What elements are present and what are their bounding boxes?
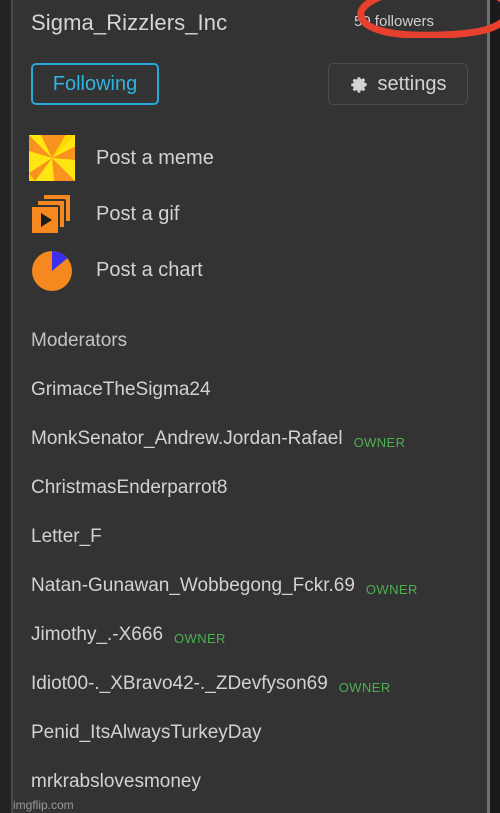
owner-badge: OWNER <box>353 435 406 450</box>
post-a-chart-action[interactable]: Post a chart <box>29 242 449 298</box>
panel-left-border <box>11 0 13 813</box>
post-a-gif-label: Post a gif <box>96 203 180 225</box>
group-header: Sigma_Rizzlers_Inc 50 followers <box>31 8 471 44</box>
post-a-chart-label: Post a chart <box>96 259 203 281</box>
pinwheel-meme-icon <box>29 135 75 181</box>
moderator-name: MonkSenator_Andrew.Jordan-Rafael <box>31 428 343 449</box>
post-a-meme-label: Post a meme <box>96 147 214 169</box>
owner-badge: OWNER <box>365 582 418 597</box>
moderators-list: GrimaceTheSigma24 MonkSenator_Andrew.Jord… <box>31 379 471 813</box>
owner-badge: OWNER <box>174 631 226 646</box>
moderator-row[interactable]: MonkSenator_Andrew.Jordan-Rafael OWNER <box>31 428 471 477</box>
moderator-name: Jimothy_.-X666 <box>31 624 164 645</box>
moderators-section-title: Moderators <box>31 330 128 351</box>
moderator-name: Natan-Gunawan_Wobbegong_Fckr.69 <box>31 575 355 596</box>
moderator-row[interactable]: Idiot00-._XBravo42-._ZDevfyson69 OWNER <box>31 673 471 722</box>
moderator-name: mrkrabslovesmoney <box>31 771 201 792</box>
moderator-row[interactable]: Natan-Gunawan_Wobbegong_Fckr.69 OWNER <box>31 575 471 624</box>
moderator-name: Penid_ItsAlwaysTurkeyDay <box>31 722 262 743</box>
imgflip-watermark: imgflip.com <box>13 798 74 812</box>
moderator-name: Letter_F <box>31 526 102 547</box>
moderator-name: ChristmasEnderparrot8 <box>31 477 228 498</box>
pie-chart-icon <box>32 251 72 291</box>
settings-label: settings <box>377 72 447 95</box>
moderator-name: Idiot00-._XBravo42-._ZDevfyson69 <box>31 673 328 694</box>
owner-badge: OWNER <box>338 680 391 695</box>
moderator-row[interactable]: ChristmasEnderparrot8 <box>31 477 471 526</box>
right-gutter <box>490 0 500 813</box>
moderator-row[interactable]: Penid_ItsAlwaysTurkeyDay <box>31 722 471 771</box>
gear-icon <box>350 76 367 93</box>
moderator-row[interactable]: GrimaceTheSigma24 <box>31 379 471 428</box>
gif-stack-play-icon <box>30 193 72 235</box>
following-button[interactable]: Following <box>31 63 159 105</box>
left-gutter <box>0 0 11 813</box>
page-title: Sigma_Rizzlers_Inc <box>31 10 228 35</box>
app-root: Sigma_Rizzlers_Inc 50 followers Followin… <box>0 0 500 813</box>
post-actions-list: Post a meme Post a gif Post a chart <box>29 130 449 298</box>
followers-count: 50 followers <box>353 13 434 30</box>
post-a-gif-action[interactable]: Post a gif <box>29 186 449 242</box>
moderator-row[interactable]: Letter_F <box>31 526 471 575</box>
moderator-row[interactable]: mrkrabslovesmoney <box>31 771 471 813</box>
post-a-meme-action[interactable]: Post a meme <box>29 130 449 186</box>
moderator-row[interactable]: Jimothy_.-X666 OWNER <box>31 624 471 673</box>
moderator-name: GrimaceTheSigma24 <box>31 379 211 400</box>
settings-button[interactable]: settings <box>328 63 468 105</box>
